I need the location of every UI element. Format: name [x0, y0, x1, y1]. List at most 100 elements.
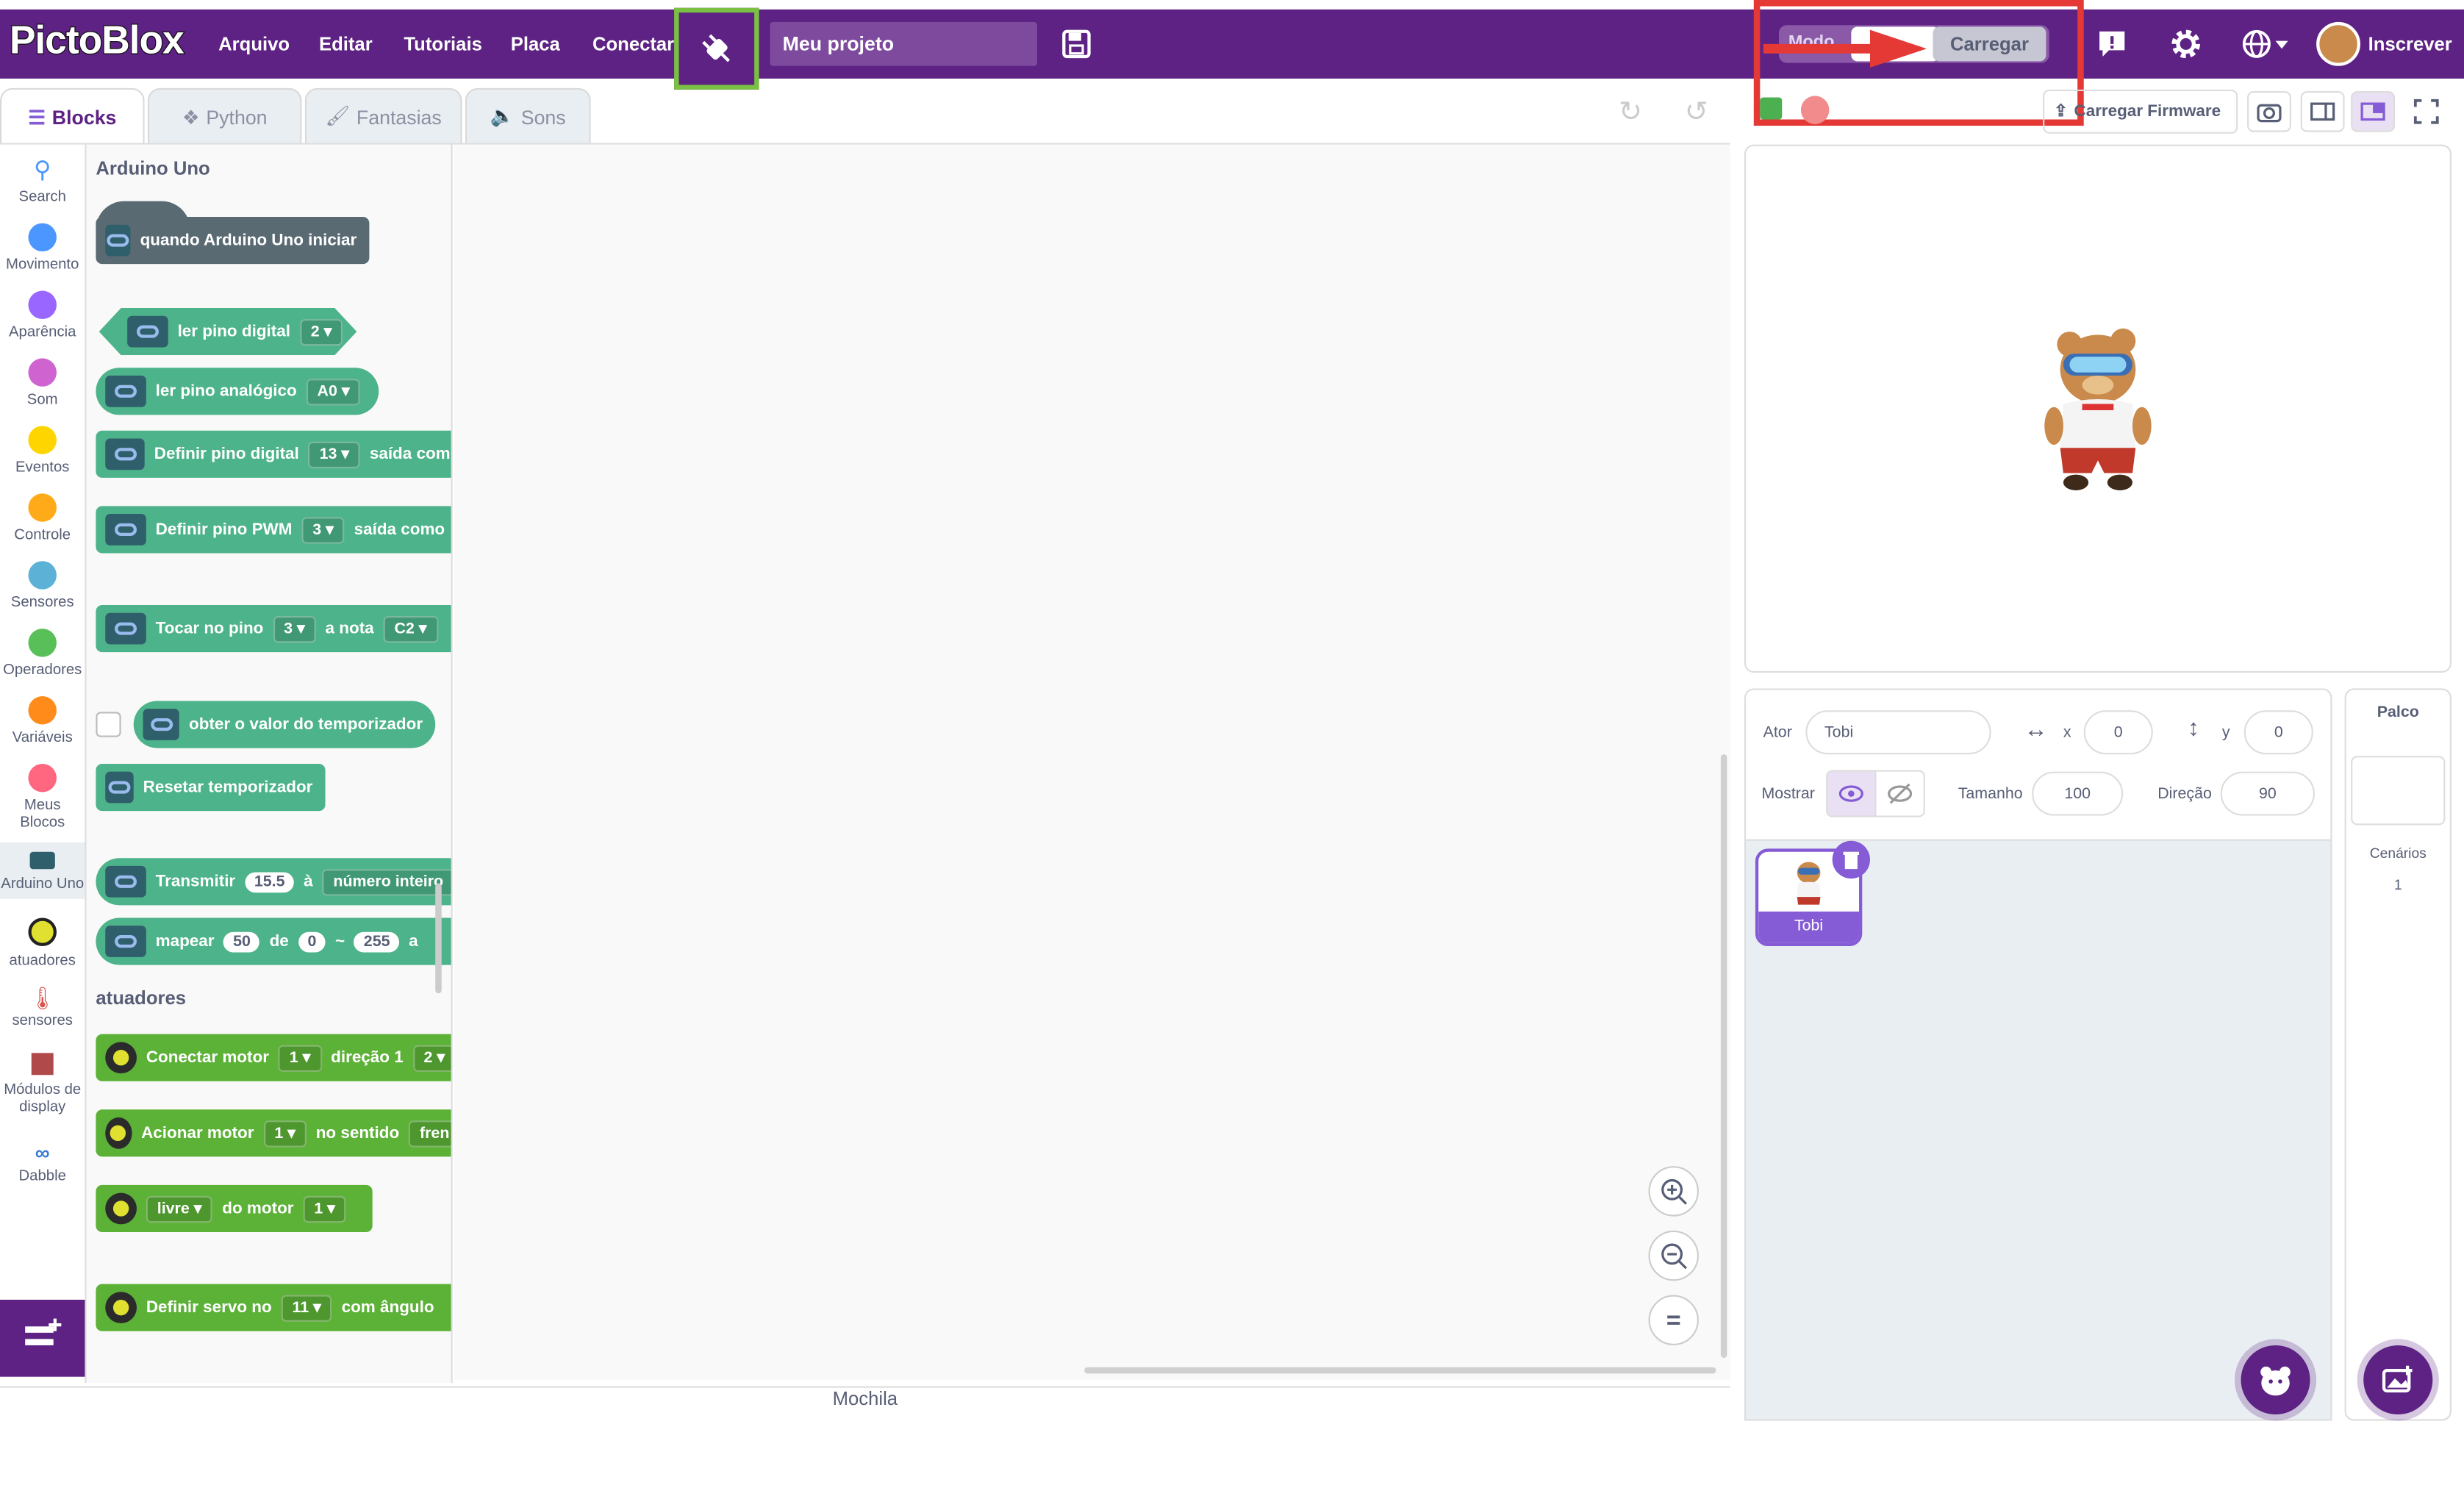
block-read-analog-pin[interactable]: ler pino analógico A0 ▾: [96, 368, 379, 415]
choose-sprite-button[interactable]: [2241, 1345, 2310, 1415]
pin-dropdown[interactable]: 3 ▾: [273, 615, 316, 643]
tab-costumes[interactable]: 🖌 Fantasias: [304, 87, 462, 145]
save-icon[interactable]: [1061, 28, 1092, 67]
redo-icon[interactable]: ↻: [1619, 96, 1642, 129]
transmit-value-input[interactable]: 15.5: [245, 871, 295, 892]
block-when-arduino-starts[interactable]: quando Arduino Uno iniciar: [96, 217, 370, 265]
zoom-in-button[interactable]: [1648, 1166, 1699, 1217]
x-position-input[interactable]: 0: [2083, 710, 2153, 755]
category-arduino-uno[interactable]: Arduino Uno: [0, 842, 85, 899]
add-extension-button[interactable]: [0, 1299, 85, 1377]
user-avatar[interactable]: [2316, 21, 2360, 66]
size-input[interactable]: 100: [2032, 771, 2124, 816]
pin-dropdown[interactable]: 3 ▾: [301, 516, 345, 543]
map-from-low-input[interactable]: 0: [298, 931, 326, 952]
script-workspace[interactable]: [454, 144, 1730, 1380]
project-name-input[interactable]: Meu projeto: [770, 21, 1037, 66]
block-read-digital-pin[interactable]: ler pino digital 2 ▾: [99, 308, 357, 355]
workspace-vertical-scrollbar[interactable]: [1720, 754, 1727, 1359]
stage-canvas[interactable]: [1744, 144, 2452, 673]
category-dabble[interactable]: ∞ Dabble: [0, 1141, 85, 1185]
category-sensors[interactable]: 🌡 sensores: [0, 985, 85, 1029]
undo-icon[interactable]: ↺: [1685, 96, 1708, 129]
connection-highlight[interactable]: [674, 7, 759, 90]
block-transmit[interactable]: Transmitir 15.5 à número inteiro: [96, 858, 451, 906]
category-control[interactable]: Controle: [0, 493, 85, 544]
delete-sprite-button[interactable]: [1832, 840, 1870, 879]
menu-file[interactable]: Arquivo: [218, 33, 290, 55]
pin-dropdown[interactable]: A0 ▾: [306, 378, 361, 405]
block-map[interactable]: mapear 50 de 0 ~ 255 a: [96, 917, 451, 965]
workspace-horizontal-scrollbar[interactable]: [1084, 1367, 1716, 1374]
upload-firmware-button[interactable]: ⇪ Carregar Firmware: [2043, 89, 2238, 134]
motor-dropdown[interactable]: 1 ▾: [303, 1195, 346, 1223]
category-display-modules[interactable]: Módulos de display: [0, 1053, 85, 1116]
servo-pin-dropdown[interactable]: 11 ▾: [281, 1294, 332, 1321]
map-value-input[interactable]: 50: [223, 931, 260, 952]
category-sound[interactable]: Som: [0, 358, 85, 409]
zoom-out-button[interactable]: [1648, 1230, 1699, 1281]
stage-thumbnail[interactable]: [2351, 756, 2446, 826]
note-dropdown[interactable]: C2 ▾: [383, 615, 438, 643]
timer-value-checkbox[interactable]: [96, 712, 121, 737]
tobi-bear-sprite[interactable]: [2041, 322, 2155, 495]
category-actuators[interactable]: atuadores: [0, 917, 85, 970]
block-connect-motor[interactable]: Conectar motor 1 ▾ direção 1 2 ▾: [96, 1034, 451, 1081]
category-variables[interactable]: Variáveis: [0, 696, 85, 746]
block-set-digital-pin[interactable]: Definir pino digital 13 ▾ saída como: [96, 430, 451, 478]
motor-dropdown[interactable]: 1 ▾: [263, 1120, 307, 1147]
tab-blocks[interactable]: ☰ Blocks: [0, 87, 145, 145]
pictoblox-logo[interactable]: PictoBlox: [9, 18, 185, 65]
category-looks[interactable]: Aparência: [0, 290, 85, 341]
category-sensing[interactable]: Sensores: [0, 561, 85, 612]
show-sprite-button[interactable]: [1826, 770, 1877, 817]
free-dropdown[interactable]: livre ▾: [146, 1195, 213, 1223]
camera-icon[interactable]: [2247, 90, 2291, 132]
direction-input[interactable]: 90: [2220, 771, 2315, 816]
block-set-servo[interactable]: Definir servo no 11 ▾ com ângulo: [96, 1284, 451, 1331]
normal-stage-icon[interactable]: [2351, 90, 2396, 132]
green-flag-icon[interactable]: [1760, 97, 1783, 120]
signup-link[interactable]: Inscrever: [2368, 33, 2452, 55]
motor-dropdown[interactable]: 1 ▾: [278, 1044, 322, 1071]
block-play-tone[interactable]: Tocar no pino 3 ▾ a nota C2 ▾: [96, 605, 451, 653]
block-free-motor[interactable]: livre ▾ do motor 1 ▾: [96, 1184, 373, 1233]
direction-dropdown[interactable]: 2 ▾: [412, 1044, 451, 1071]
show-label: Mostrar: [1761, 785, 1815, 804]
menu-board[interactable]: Placa: [511, 33, 560, 55]
fullscreen-icon[interactable]: [2404, 90, 2449, 132]
block-run-motor[interactable]: Acionar motor 1 ▾ no sentido fren: [96, 1109, 451, 1157]
palette-scrollbar[interactable]: [435, 883, 442, 994]
category-events[interactable]: Eventos: [0, 426, 85, 476]
block-reset-timer[interactable]: Resetar temporizador: [96, 763, 326, 812]
category-motion[interactable]: Movimento: [0, 223, 85, 273]
pin-dropdown[interactable]: 2 ▾: [300, 318, 343, 345]
y-position-input[interactable]: 0: [2243, 710, 2313, 755]
stop-icon[interactable]: [1800, 96, 1830, 124]
tab-sounds[interactable]: 🔈 Sons: [465, 87, 591, 145]
tab-python[interactable]: ❖ Python: [147, 87, 302, 145]
hide-sprite-button[interactable]: [1874, 770, 1925, 817]
menu-connect[interactable]: Conectar: [592, 33, 674, 55]
type-dropdown[interactable]: número inteiro: [322, 868, 451, 895]
feedback-icon[interactable]: [2096, 28, 2128, 67]
zoom-reset-button[interactable]: [1648, 1295, 1699, 1345]
backpack-bar[interactable]: Mochila: [0, 1386, 1730, 1420]
pin-dropdown[interactable]: 13 ▾: [308, 440, 361, 468]
category-operators[interactable]: Operadores: [0, 629, 85, 679]
backpack-label: Mochila: [832, 1387, 898, 1410]
block-get-timer-value[interactable]: obter o valor do temporizador: [133, 701, 436, 748]
small-stage-icon[interactable]: [2300, 90, 2345, 132]
choose-backdrop-button[interactable]: [2363, 1345, 2433, 1415]
menu-tutorials[interactable]: Tutoriais: [404, 33, 481, 55]
category-search[interactable]: ⚲ Search: [0, 156, 85, 206]
language-globe-icon[interactable]: [2241, 28, 2291, 67]
menu-edit[interactable]: Editar: [319, 33, 373, 55]
sprite-name-input[interactable]: Tobi: [1805, 710, 1991, 755]
settings-gear-icon[interactable]: [2168, 26, 2203, 69]
block-label: a nota: [325, 619, 374, 638]
block-set-pwm-pin[interactable]: Definir pino PWM 3 ▾ saída como: [96, 506, 451, 554]
sense-dropdown[interactable]: fren: [409, 1120, 451, 1147]
category-my-blocks[interactable]: Meus Blocos: [0, 763, 85, 831]
map-from-high-input[interactable]: 255: [354, 931, 400, 952]
